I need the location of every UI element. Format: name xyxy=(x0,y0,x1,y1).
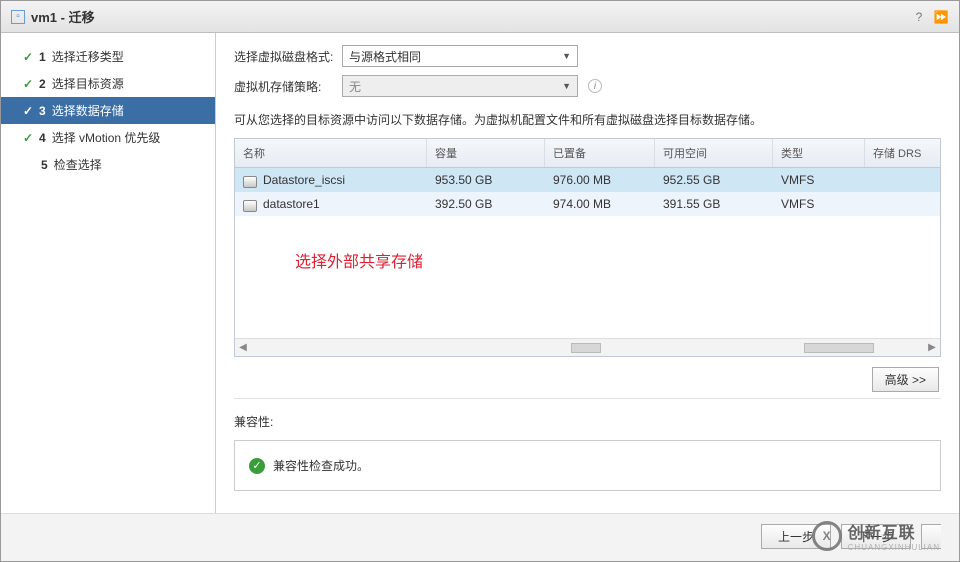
chevron-down-icon: ▼ xyxy=(562,51,571,61)
datastore-description: 可从您选择的目标资源中访问以下数据存储。为虚拟机配置文件和所有虚拟磁盘选择目标数… xyxy=(234,111,941,128)
step-label: 选择 vMotion 优先级 xyxy=(52,129,161,146)
cell-drs xyxy=(865,198,940,210)
policy-row: 虚拟机存储策略: 无 ▼ i xyxy=(234,75,941,97)
step-datastore[interactable]: ✓ 3 选择数据存储 xyxy=(1,97,215,124)
title-actions: ? ⏩ xyxy=(911,10,949,24)
cell-cap: 392.50 GB xyxy=(427,191,545,217)
info-icon[interactable]: i xyxy=(588,79,602,93)
step-migration-type[interactable]: ✓ 1 选择迁移类型 xyxy=(1,43,215,70)
cell-name: datastore1 xyxy=(263,197,320,211)
table-row[interactable]: datastore1 392.50 GB 974.00 MB 391.55 GB… xyxy=(235,192,940,216)
brand-name: 创新互联 xyxy=(848,519,940,543)
policy-label: 虚拟机存储策略: xyxy=(234,78,342,95)
step-num: 5 xyxy=(41,158,48,172)
chevron-down-icon: ▼ xyxy=(562,81,571,91)
datastore-icon xyxy=(243,176,257,186)
step-label: 选择数据存储 xyxy=(52,102,124,119)
table-body: Datastore_iscsi 953.50 GB 976.00 MB 952.… xyxy=(235,168,940,338)
table-row[interactable]: Datastore_iscsi 953.50 GB 976.00 MB 952.… xyxy=(235,168,940,192)
wizard-sidebar: ✓ 1 选择迁移类型 ✓ 2 选择目标资源 ✓ 3 选择数据存储 ✓ 4 选择 … xyxy=(1,33,216,513)
disk-format-label: 选择虚拟磁盘格式: xyxy=(234,48,342,65)
table-header: 名称 容量 已置备 可用空间 类型 存储 DRS xyxy=(235,139,940,168)
step-label: 选择迁移类型 xyxy=(52,48,124,65)
title-text: vm1 - 迁移 xyxy=(31,7,95,26)
compat-label: 兼容性: xyxy=(234,399,941,440)
advanced-row: 高级 >> xyxy=(234,357,941,396)
policy-value: 无 xyxy=(349,78,361,95)
step-label: 检查选择 xyxy=(54,156,102,173)
disk-format-select[interactable]: 与源格式相同 ▼ xyxy=(342,45,578,67)
step-num: 2 xyxy=(39,77,46,91)
cell-prov: 976.00 MB xyxy=(545,167,655,193)
brand-logo-icon: X xyxy=(812,521,842,551)
advanced-button[interactable]: 高级 >> xyxy=(872,367,939,392)
step-num: 3 xyxy=(39,104,46,118)
col-type[interactable]: 类型 xyxy=(773,139,865,167)
titlebar: ▫ vm1 - 迁移 ? ⏩ xyxy=(1,1,959,33)
step-review[interactable]: 5 检查选择 xyxy=(1,151,215,178)
scroll-thumb[interactable] xyxy=(571,343,601,353)
cell-drs xyxy=(865,174,940,186)
step-label: 选择目标资源 xyxy=(52,75,124,92)
step-target-resource[interactable]: ✓ 2 选择目标资源 xyxy=(1,70,215,97)
datastore-table: 名称 容量 已置备 可用空间 类型 存储 DRS Datastore_iscsi… xyxy=(234,138,941,357)
dialog-body: ✓ 1 选择迁移类型 ✓ 2 选择目标资源 ✓ 3 选择数据存储 ✓ 4 选择 … xyxy=(1,33,959,513)
cell-cap: 953.50 GB xyxy=(427,167,545,193)
migrate-dialog: ▫ vm1 - 迁移 ? ⏩ ✓ 1 选择迁移类型 ✓ 2 选择目标资源 ✓ 3… xyxy=(0,0,960,562)
annotation-text: 选择外部共享存储 xyxy=(295,248,423,272)
watermark-brand: X 创新互联 CHUANGXINHULIAN xyxy=(812,519,940,552)
step-num: 1 xyxy=(39,50,46,64)
vm-icon: ▫ xyxy=(11,10,25,24)
brand-sub: CHUANGXINHULIAN xyxy=(848,543,940,552)
check-icon: ✓ xyxy=(23,77,37,91)
success-icon: ✓ xyxy=(249,458,265,474)
datastore-icon xyxy=(243,200,257,210)
scroll-thumb[interactable] xyxy=(804,343,874,353)
col-name[interactable]: 名称 xyxy=(235,139,427,167)
compat-message: 兼容性检查成功。 xyxy=(273,457,369,474)
scroll-track[interactable] xyxy=(251,341,924,355)
cell-type: VMFS xyxy=(773,167,865,193)
step-num: 4 xyxy=(39,131,46,145)
help-icon[interactable]: ? xyxy=(911,10,927,24)
col-provisioned[interactable]: 已置备 xyxy=(545,139,655,167)
cell-prov: 974.00 MB xyxy=(545,191,655,217)
check-icon: ✓ xyxy=(23,50,37,64)
disk-format-row: 选择虚拟磁盘格式: 与源格式相同 ▼ xyxy=(234,45,941,67)
cell-free: 391.55 GB xyxy=(655,191,773,217)
disk-format-value: 与源格式相同 xyxy=(349,48,421,65)
cell-free: 952.55 GB xyxy=(655,167,773,193)
scroll-right-icon[interactable]: ▶ xyxy=(924,342,940,353)
scroll-left-icon[interactable]: ◀ xyxy=(235,342,251,353)
cell-name: Datastore_iscsi xyxy=(263,173,345,187)
col-capacity[interactable]: 容量 xyxy=(427,139,545,167)
col-free[interactable]: 可用空间 xyxy=(655,139,773,167)
expand-icon[interactable]: ⏩ xyxy=(933,10,949,24)
cell-type: VMFS xyxy=(773,191,865,217)
check-icon: ✓ xyxy=(23,104,37,118)
step-vmotion-priority[interactable]: ✓ 4 选择 vMotion 优先级 xyxy=(1,124,215,151)
main-panel: 选择虚拟磁盘格式: 与源格式相同 ▼ 虚拟机存储策略: 无 ▼ i 可从您选择的… xyxy=(216,33,959,513)
check-icon: ✓ xyxy=(23,131,37,145)
horizontal-scrollbar[interactable]: ◀ ▶ xyxy=(235,338,940,356)
compat-box: ✓ 兼容性检查成功。 xyxy=(234,440,941,491)
col-drs[interactable]: 存储 DRS xyxy=(865,139,940,167)
policy-select[interactable]: 无 ▼ xyxy=(342,75,578,97)
